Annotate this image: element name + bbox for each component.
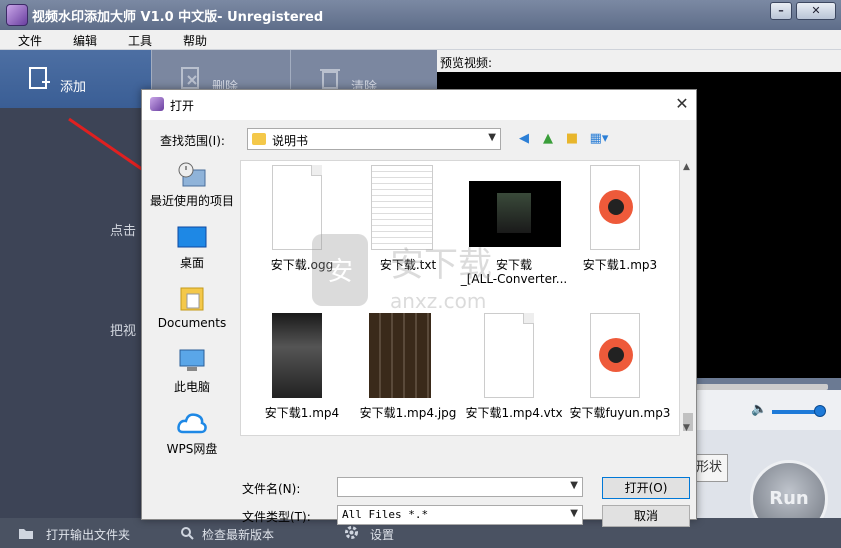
menu-file[interactable]: 文件 [18, 32, 42, 49]
svg-text:安: 安 [327, 257, 353, 287]
lookin-label: 查找范围(I): [160, 134, 225, 148]
new-folder-icon[interactable]: ■ [563, 130, 581, 148]
run-label: Run [769, 488, 809, 509]
file-name: 安下载1.mp4.jpg [359, 406, 457, 420]
file-item[interactable]: 安下载1.mp3 [565, 161, 665, 301]
file-item[interactable]: 安下载1.mp4 [247, 309, 347, 435]
filetype-value: All Files *.* [342, 508, 429, 521]
menu-bar: 文件 编辑 工具 帮助 [0, 30, 841, 50]
cancel-button[interactable]: 取消 [602, 505, 690, 527]
file-name: 安下载fuyun.mp3 [569, 406, 671, 420]
dialog-app-icon [150, 97, 164, 111]
playback-controls: 🔈 [696, 390, 841, 430]
minimize-button[interactable]: – [770, 2, 792, 20]
scroll-down-icon[interactable]: ▼ [683, 423, 690, 433]
file-name: 安下载1.mp3 [582, 258, 658, 272]
close-button[interactable]: ✕ [796, 2, 836, 20]
click-hint: 点击 [110, 224, 137, 239]
filetype-select[interactable]: All Files *.* ▼ [337, 505, 583, 525]
desktop-icon [177, 226, 207, 248]
app-icon [6, 4, 28, 26]
document-icon [484, 313, 534, 398]
menu-tools[interactable]: 工具 [128, 32, 152, 49]
place-recent[interactable]: 最近使用的项目 [147, 160, 237, 220]
video-thumbnail-icon [272, 313, 322, 398]
place-label: WPS网盘 [166, 442, 218, 456]
chevron-down-icon: ▼ [488, 132, 496, 143]
open-button[interactable]: 打开(O) [602, 477, 690, 499]
music-disc-icon [599, 190, 633, 224]
place-label: Documents [157, 316, 227, 330]
preview-header: 预览视频: [437, 50, 841, 72]
watermark-text: anxz.com [390, 289, 486, 313]
dialog-close-icon[interactable]: ✕ [672, 94, 692, 114]
chevron-down-icon[interactable]: ▼ [570, 480, 578, 491]
video-frame [497, 193, 531, 233]
up-folder-icon[interactable]: ▲ [539, 130, 557, 148]
file-name: 安下载1.mp4 [264, 406, 340, 420]
place-desktop[interactable]: 桌面 [147, 222, 237, 282]
lookin-select[interactable]: 说明书 ▼ [247, 128, 501, 150]
audio-file-icon [590, 165, 640, 250]
audio-file-icon [590, 313, 640, 398]
shape-label: 形状 [695, 460, 722, 475]
place-label: 此电脑 [173, 380, 210, 394]
place-this-pc[interactable]: 此电脑 [147, 346, 237, 406]
file-item[interactable]: 安下载1.mp4.vtx [459, 309, 563, 435]
svg-text:安下载: 安下载 [390, 245, 492, 285]
file-item[interactable]: 安下载1.mp4.jpg [353, 309, 456, 435]
chevron-down-icon[interactable]: ▼ [570, 508, 578, 519]
filename-label: 文件名(N): [242, 482, 301, 496]
file-list-scrollbar[interactable]: ▲ ▼ [680, 160, 696, 436]
filename-input[interactable]: ▼ [337, 477, 583, 497]
place-documents[interactable]: Documents [147, 284, 237, 344]
check-update-button[interactable]: 检查最新版本 [202, 526, 274, 543]
open-output-folder-button[interactable]: 打开输出文件夹 [46, 526, 130, 543]
preview-label: 预览视频: [440, 56, 493, 70]
scroll-up-icon[interactable]: ▲ [683, 162, 690, 172]
volume-slider-handle[interactable] [814, 405, 826, 417]
trash-icon [320, 69, 340, 89]
place-wps-cloud[interactable]: WPS网盘 [147, 408, 237, 468]
back-icon[interactable]: ◀ [515, 130, 533, 148]
documents-folder-icon [180, 287, 204, 311]
recent-items-icon [178, 162, 206, 187]
lookin-value: 说明书 [272, 134, 309, 148]
menu-edit[interactable]: 编辑 [73, 32, 97, 49]
watermark-logo: 安 安下载 anxz.com [312, 234, 492, 313]
title-bar: 视频水印添加大师 V1.0 中文版- Unregistered – ✕ [0, 0, 841, 30]
file-item[interactable]: 安下载fuyun.mp3 [565, 309, 670, 435]
folder-icon [252, 133, 266, 145]
image-thumbnail-icon [369, 313, 431, 398]
cloud-icon [177, 413, 207, 434]
folder-open-icon [19, 529, 33, 539]
shape-button[interactable]: 形状 [696, 454, 728, 482]
settings-button[interactable]: 设置 [370, 526, 394, 543]
place-label: 最近使用的项目 [149, 194, 234, 208]
drag-hint: 把视 [110, 324, 137, 339]
menu-help[interactable]: 帮助 [183, 32, 207, 49]
music-disc-icon [599, 338, 633, 372]
filetype-label: 文件类型(T): [242, 510, 311, 524]
dialog-title: 打开 [170, 99, 195, 113]
file-name: 安下载1.mp4.vtx [465, 406, 563, 420]
window-title: 视频水印添加大师 V1.0 中文版- Unregistered [32, 10, 324, 25]
delete-file-icon [181, 67, 199, 89]
computer-icon [179, 349, 205, 371]
place-label: 桌面 [179, 256, 204, 270]
dialog-title-bar: 打开 ✕ [142, 90, 696, 120]
add-label: 添加 [60, 80, 87, 95]
search-icon [181, 527, 194, 540]
gear-icon [345, 526, 358, 539]
add-file-icon [29, 67, 50, 89]
volume-icon[interactable]: 🔈 [751, 402, 767, 417]
view-menu-icon[interactable]: ▦▾ [587, 130, 611, 148]
add-button[interactable]: 添加 [0, 50, 151, 108]
